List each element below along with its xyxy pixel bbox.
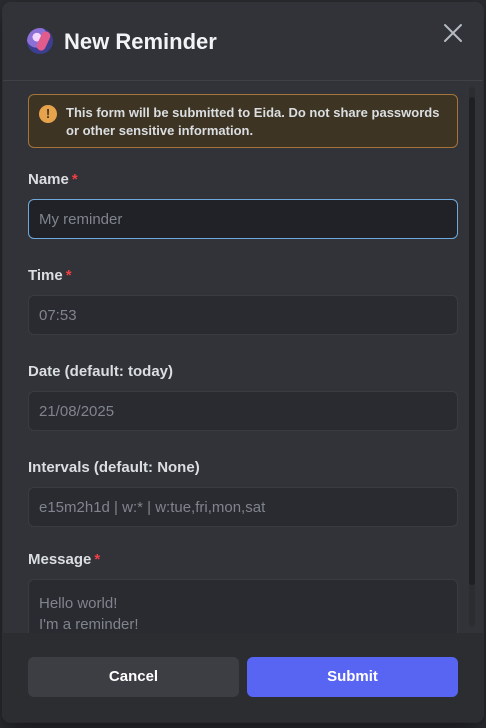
date-label: Date (default: today): [28, 363, 173, 380]
time-label: Time *: [28, 267, 72, 284]
intervals-label-text: Intervals (default: None): [28, 459, 200, 476]
modal-header: New Reminder: [3, 3, 483, 81]
time-input[interactable]: [28, 295, 458, 335]
warning-icon: !: [39, 105, 57, 123]
message-textarea[interactable]: Hello world! I'm a reminder!: [28, 579, 458, 633]
date-label-text: Date (default: today): [28, 363, 174, 380]
warning-banner: ! This form will be submitted to Eida. D…: [28, 94, 458, 148]
cancel-button[interactable]: Cancel: [28, 657, 239, 697]
name-label-text: Name: [28, 171, 69, 188]
required-marker: *: [94, 551, 101, 568]
close-button[interactable]: [441, 21, 465, 45]
modal-title: New Reminder: [64, 29, 217, 54]
name-input[interactable]: [28, 199, 458, 239]
required-marker: *: [71, 171, 78, 188]
new-reminder-modal: New Reminder ! This form will be submitt…: [3, 3, 483, 722]
intervals-label: Intervals (default: None): [28, 459, 200, 476]
message-label: Message *: [28, 551, 100, 568]
date-input[interactable]: [28, 391, 458, 431]
intervals-input[interactable]: [28, 487, 458, 527]
message-label-text: Message: [28, 551, 92, 568]
submit-button[interactable]: Submit: [247, 657, 458, 697]
form-body: ! This form will be submitted to Eida. D…: [3, 82, 483, 633]
close-icon: [444, 24, 462, 42]
warning-text: This form will be submitted to Eida. Do …: [66, 105, 440, 138]
time-label-text: Time: [28, 267, 63, 284]
required-marker: *: [65, 267, 72, 284]
modal-footer: Cancel Submit: [3, 633, 483, 722]
bot-avatar: [27, 28, 53, 54]
name-label: Name *: [28, 171, 78, 188]
scrollbar-thumb[interactable]: [469, 97, 475, 585]
